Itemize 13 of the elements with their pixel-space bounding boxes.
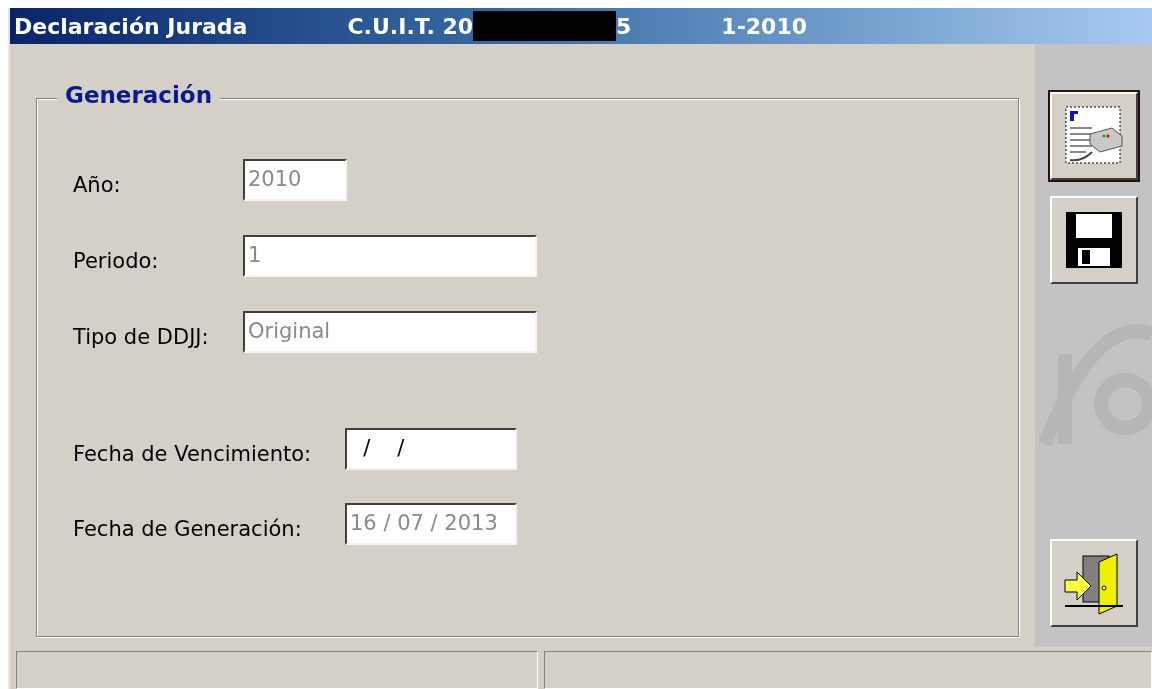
window-title: Declaración Jurada bbox=[14, 12, 248, 41]
date-field[interactable]: / / bbox=[345, 428, 517, 470]
exit-button[interactable] bbox=[1049, 539, 1138, 627]
save-button[interactable] bbox=[1049, 196, 1138, 284]
field-label: Periodo: bbox=[73, 248, 159, 273]
field-label: Año: bbox=[73, 172, 121, 197]
field-label: Tipo de DDJJ: bbox=[73, 324, 209, 349]
window-title: 5 bbox=[616, 12, 632, 41]
field-label: Fecha de Generación: bbox=[73, 516, 302, 541]
window-title: C.U.I.T. 20 bbox=[347, 12, 474, 41]
window-title: 1-2010 bbox=[721, 12, 808, 41]
field-label: Fecha de Vencimiento: bbox=[73, 441, 312, 466]
print-button[interactable] bbox=[1049, 92, 1138, 180]
